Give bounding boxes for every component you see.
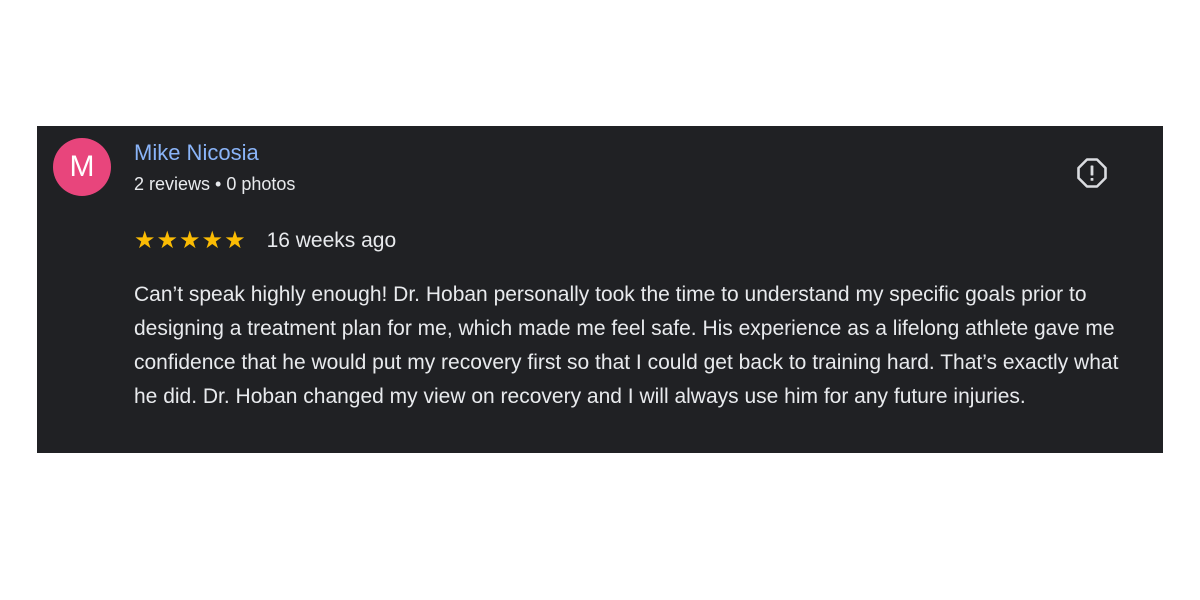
report-review-button[interactable]: [1075, 156, 1109, 190]
review-text: Can’t speak highly enough! Dr. Hoban per…: [134, 283, 1119, 408]
reviewer-meta: 2 reviews • 0 photos: [134, 174, 296, 194]
review-card: M Mike Nicosia 2 reviews • 0 photos ★ ★ ★ ★…: [37, 126, 1163, 453]
report-icon: [1077, 158, 1107, 188]
star-icon: ★: [201, 227, 224, 254]
review-date: 16 weeks ago: [266, 229, 397, 252]
star-icon: ★: [156, 227, 179, 254]
star-icon: ★: [224, 227, 246, 254]
rating-row: ★ ★ ★ ★ ★ 16 weeks ago: [134, 228, 396, 254]
avatar-letter: M: [69, 150, 95, 183]
avatar[interactable]: M: [53, 138, 111, 196]
star-rating: ★ ★ ★ ★ ★: [134, 228, 246, 254]
star-icon: ★: [134, 227, 156, 254]
reviewer-name-link[interactable]: Mike Nicosia: [134, 140, 259, 166]
star-icon: ★: [179, 227, 201, 254]
